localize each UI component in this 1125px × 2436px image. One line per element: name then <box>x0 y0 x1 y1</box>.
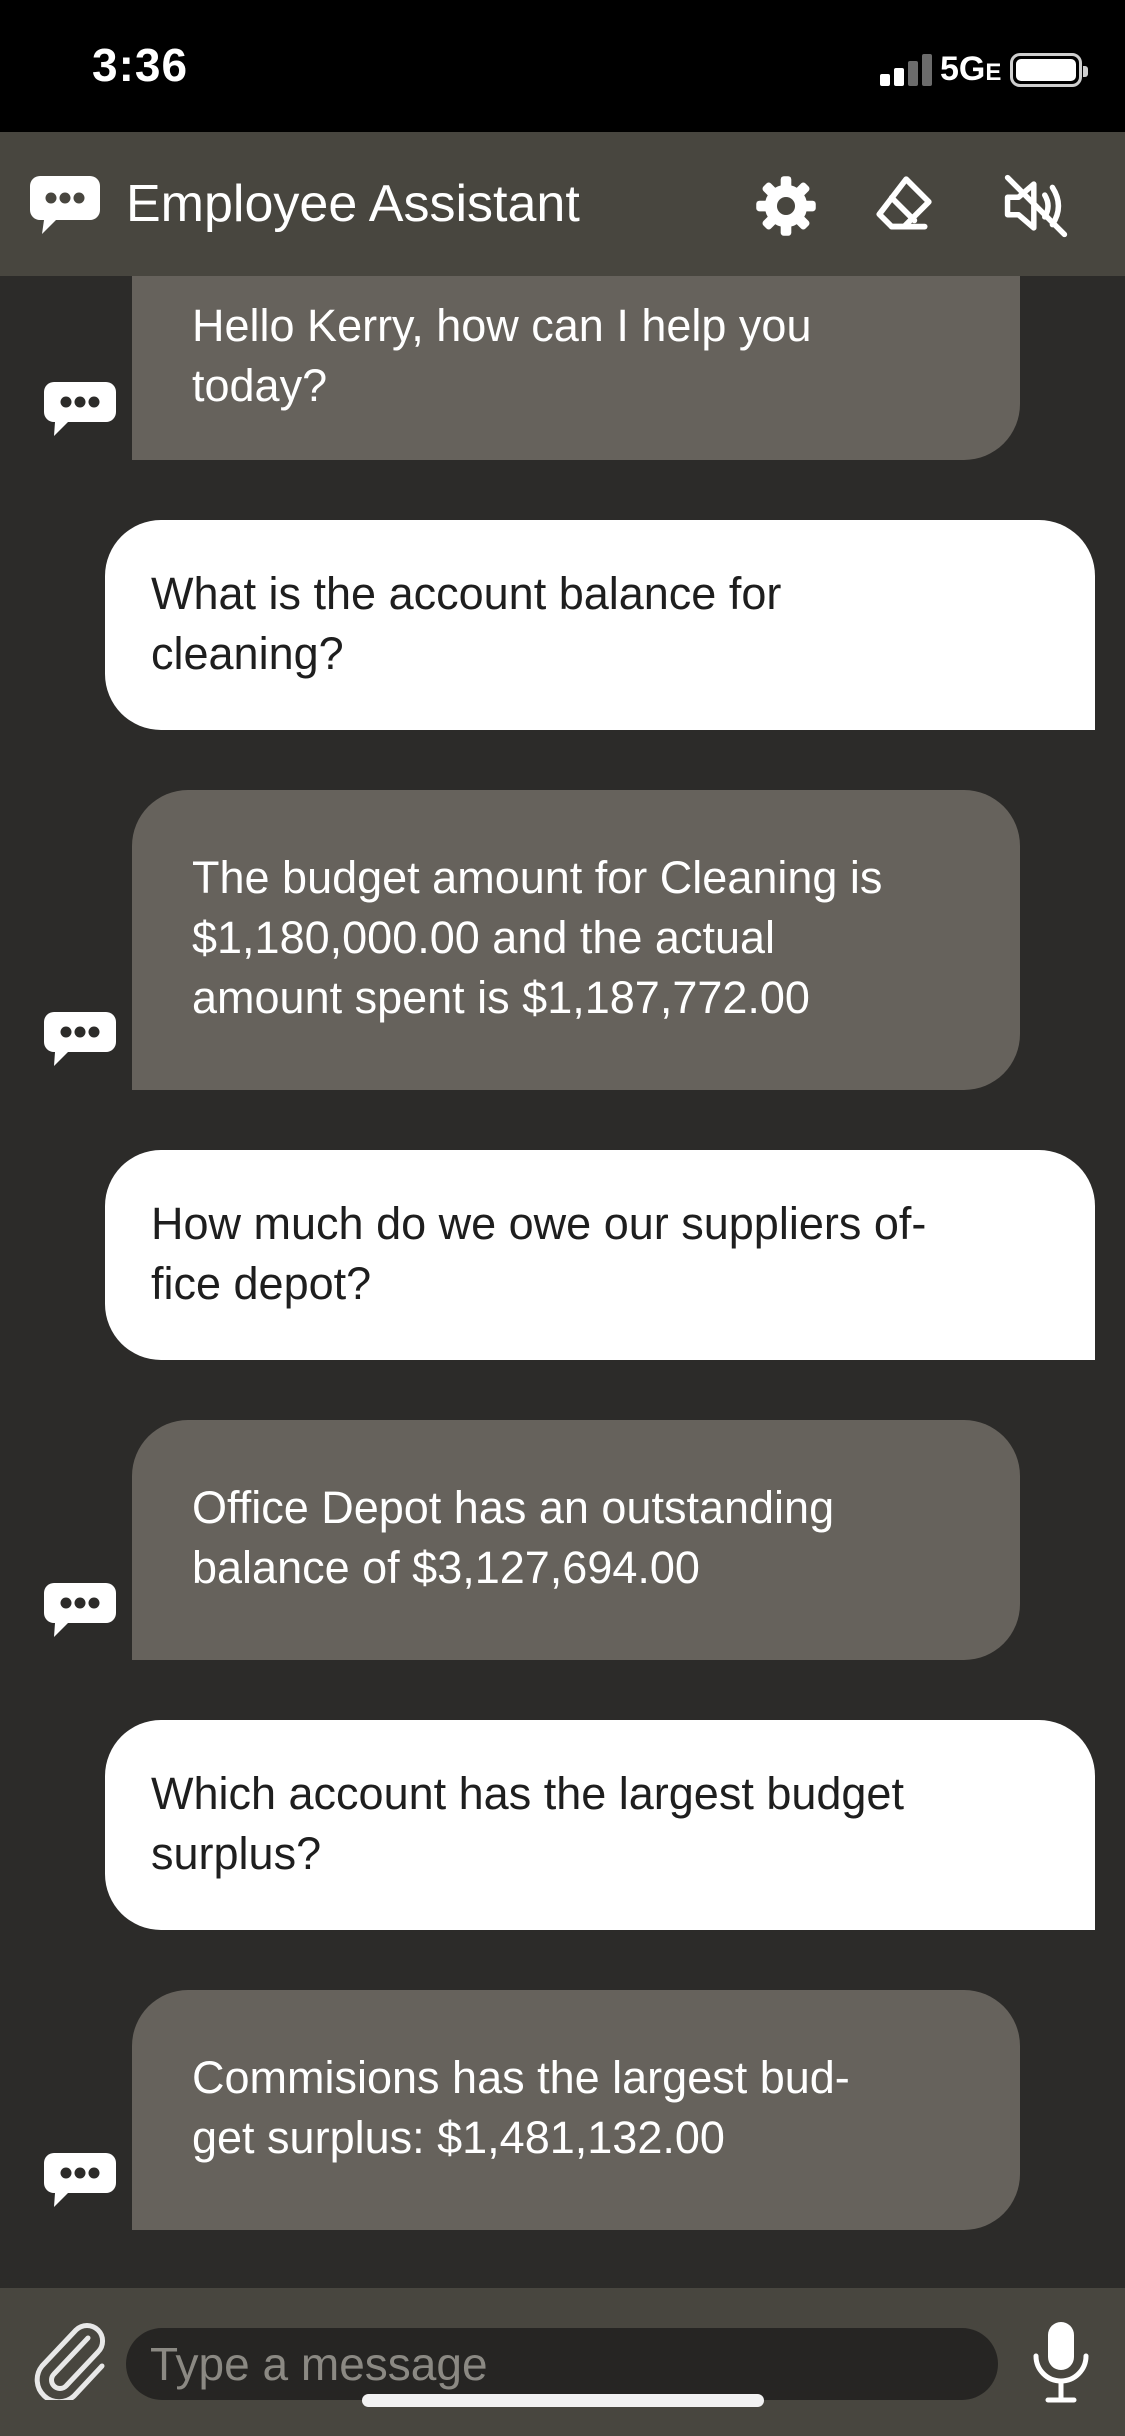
conversation-list[interactable]: Hello Kerry, how can I help you today? W… <box>0 276 1125 2288</box>
status-bar: 3:36 5GE <box>0 0 1125 132</box>
network-indicator: 5GE <box>940 50 1001 89</box>
settings-button[interactable] <box>748 168 824 244</box>
bot-message-text: Hello Kerry, how can I help you today? <box>192 300 812 411</box>
message-input[interactable] <box>126 2328 998 2400</box>
home-indicator[interactable] <box>362 2394 764 2407</box>
user-message: What is the account balance for cleaning… <box>105 520 1095 730</box>
app-header: Employee Assistant <box>0 132 1125 276</box>
bot-avatar-icon <box>44 382 116 436</box>
battery-icon <box>1010 53 1088 87</box>
network-label: 5G <box>940 50 986 88</box>
bot-message: Hello Kerry, how can I help you today? <box>132 276 1020 460</box>
network-suffix: E <box>985 59 1002 86</box>
message-composer <box>0 2288 1125 2436</box>
status-time: 3:36 <box>92 39 189 91</box>
microphone-icon[interactable] <box>1026 2316 1096 2406</box>
bot-avatar-icon <box>44 1583 116 1637</box>
bot-message-text: The budget amount for Cleaning is $1,180… <box>192 852 883 1023</box>
user-message-text: How much do we owe our suppliers of- fic… <box>151 1198 927 1309</box>
bot-message: The budget amount for Cleaning is $1,180… <box>132 790 1020 1090</box>
bot-message: Commisions has the largest bud- get surp… <box>132 1990 1020 2230</box>
bot-avatar-icon <box>44 2153 116 2207</box>
user-message: How much do we owe our suppliers of- fic… <box>105 1150 1095 1360</box>
bot-avatar-icon <box>44 1012 116 1066</box>
user-message-text: Which account has the largest budget sur… <box>151 1768 904 1879</box>
paperclip-icon[interactable] <box>28 2316 108 2400</box>
clear-conversation-button[interactable] <box>864 168 940 244</box>
mute-button[interactable] <box>998 168 1074 244</box>
user-message: Which account has the largest budget sur… <box>105 1720 1095 1930</box>
user-message-text: What is the account balance for cleaning… <box>151 568 782 679</box>
header-title: Employee Assistant <box>126 175 580 233</box>
speaker-muted-icon <box>1004 174 1068 238</box>
bot-message: Office Depot has an outstanding balance … <box>132 1420 1020 1660</box>
eraser-icon <box>876 176 932 230</box>
bot-message-text: Commisions has the largest bud- get surp… <box>192 2052 850 2163</box>
signal-strength-icon <box>880 52 938 86</box>
gear-icon <box>756 176 816 236</box>
chat-bubble-icon <box>30 176 100 234</box>
bot-message-text: Office Depot has an outstanding balance … <box>192 1482 835 1593</box>
